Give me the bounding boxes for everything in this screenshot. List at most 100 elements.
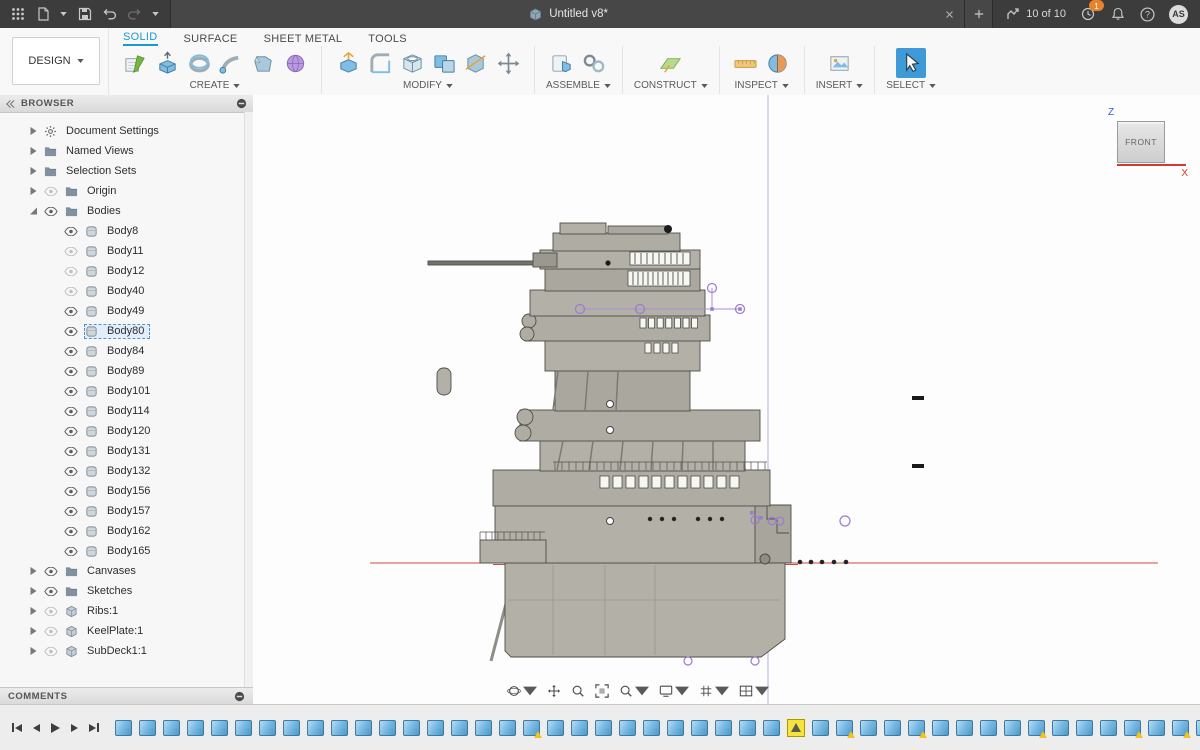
timeline-feature-24[interactable]	[667, 720, 684, 736]
new-component-button[interactable]	[547, 48, 577, 78]
timeline-feature-27[interactable]	[739, 720, 756, 736]
close-tab-icon[interactable]	[942, 7, 956, 21]
new-tab-button[interactable]	[965, 0, 993, 28]
browser-item-body157[interactable]: Body157	[0, 501, 245, 521]
visibility-eye-icon[interactable]	[64, 307, 81, 316]
timeline-feature-40[interactable]	[1052, 720, 1069, 736]
browser-scrollbar[interactable]	[244, 112, 253, 688]
pan-button[interactable]	[543, 682, 565, 700]
viewcube[interactable]: Z FRONT X	[1108, 107, 1186, 179]
visibility-eye-icon[interactable]	[64, 467, 81, 476]
timeline-feature-25[interactable]	[691, 720, 708, 736]
browser-item-document-settings[interactable]: Document Settings	[0, 121, 245, 141]
file-new-icon[interactable]	[35, 6, 51, 22]
timeline-feature-5[interactable]	[211, 720, 228, 736]
group-label-assemble[interactable]: ASSEMBLE	[546, 80, 611, 91]
browser-item-body131[interactable]: Body131	[0, 441, 245, 461]
visibility-eye-icon[interactable]	[44, 607, 61, 616]
ribbon-tab-solid[interactable]: SOLID	[123, 31, 158, 46]
visibility-eye-icon[interactable]	[44, 587, 61, 596]
move-copy-button[interactable]	[493, 48, 523, 78]
timeline-feature-15[interactable]	[451, 720, 468, 736]
timeline-feature-7[interactable]	[259, 720, 276, 736]
browser-item-origin[interactable]: Origin	[0, 181, 245, 201]
skip-to-start-button[interactable]	[10, 721, 24, 734]
expand-arrow-icon[interactable]	[30, 627, 40, 635]
notifications-status[interactable]: 1	[1080, 6, 1096, 22]
browser-item-body132[interactable]: Body132	[0, 461, 245, 481]
group-label-create[interactable]: CREATE	[190, 80, 241, 91]
skip-to-end-button[interactable]	[87, 721, 101, 734]
expand-arrow-icon[interactable]	[30, 127, 40, 135]
browser-item-bodies[interactable]: Bodies	[0, 201, 245, 221]
visibility-eye-icon[interactable]	[44, 567, 61, 576]
browser-item-body89[interactable]: Body89	[0, 361, 245, 381]
expand-arrow-icon[interactable]	[30, 567, 40, 575]
visibility-eye-icon[interactable]	[64, 447, 81, 456]
panel-options-icon[interactable]	[236, 98, 247, 109]
expand-arrow-icon[interactable]	[30, 147, 40, 155]
timeline-feature-30[interactable]	[812, 720, 829, 736]
joint-button[interactable]	[579, 48, 609, 78]
timeline-feature-22[interactable]	[619, 720, 636, 736]
section-analysis-button[interactable]	[763, 48, 793, 78]
browser-item-ribs-1[interactable]: Ribs:1	[0, 601, 245, 621]
save-icon[interactable]	[77, 6, 93, 22]
press-pull-button[interactable]	[333, 48, 363, 78]
timeline-feature-13[interactable]	[403, 720, 420, 736]
timeline-feature-4[interactable]	[187, 720, 204, 736]
timeline-feature-20[interactable]	[571, 720, 588, 736]
sweep-button[interactable]	[216, 48, 246, 78]
timeline-feature-28[interactable]	[763, 720, 780, 736]
timeline-feature-36[interactable]	[956, 720, 973, 736]
viewcube-front-face[interactable]: FRONT	[1117, 121, 1165, 163]
timeline-feature-32[interactable]	[860, 720, 877, 736]
collapse-arrow-icon[interactable]	[30, 207, 40, 215]
browser-item-selection-sets[interactable]: Selection Sets	[0, 161, 245, 181]
undo-icon[interactable]	[102, 6, 118, 22]
timeline-feature-9[interactable]	[307, 720, 324, 736]
timeline-feature-42[interactable]	[1100, 720, 1117, 736]
select-cursor-button[interactable]	[896, 48, 926, 78]
timeline-feature-11[interactable]	[355, 720, 372, 736]
browser-item-body84[interactable]: Body84	[0, 341, 245, 361]
app-launcher-grid-icon[interactable]	[10, 6, 26, 22]
extrude-button[interactable]	[152, 48, 182, 78]
visibility-eye-icon[interactable]	[64, 367, 81, 376]
collapse-panel-icon[interactable]	[6, 100, 15, 108]
visibility-eye-icon[interactable]	[64, 287, 81, 296]
timeline-feature-8[interactable]	[283, 720, 300, 736]
browser-item-body165[interactable]: Body165	[0, 541, 245, 561]
workspace-switcher-button[interactable]: DESIGN	[12, 37, 100, 85]
expand-arrow-icon[interactable]	[30, 187, 40, 195]
shell-button[interactable]	[397, 48, 427, 78]
browser-item-canvases[interactable]: Canvases	[0, 561, 245, 581]
revolve-button[interactable]	[184, 48, 214, 78]
visibility-eye-icon[interactable]	[64, 247, 81, 256]
browser-item-body114[interactable]: Body114	[0, 401, 245, 421]
browser-item-body162[interactable]: Body162	[0, 521, 245, 541]
notifications-bell-icon[interactable]	[1110, 6, 1126, 22]
browser-item-body101[interactable]: Body101	[0, 381, 245, 401]
timeline-feature-23[interactable]	[643, 720, 660, 736]
insert-canvas-button[interactable]	[824, 48, 854, 78]
browser-item-subdeck1-1[interactable]: SubDeck1:1	[0, 641, 245, 661]
visibility-eye-icon[interactable]	[44, 207, 61, 216]
zoom-button[interactable]	[567, 682, 589, 700]
browser-item-body156[interactable]: Body156	[0, 481, 245, 501]
split-body-button[interactable]	[461, 48, 491, 78]
expand-arrow-icon[interactable]	[30, 587, 40, 595]
timeline-feature-19[interactable]	[547, 720, 564, 736]
timeline-feature-21[interactable]	[595, 720, 612, 736]
timeline-feature-38[interactable]	[1004, 720, 1021, 736]
timeline-feature-35[interactable]	[932, 720, 949, 736]
timeline-feature-45-warn[interactable]	[1172, 720, 1189, 736]
step-back-button[interactable]	[31, 722, 42, 734]
comments-options-icon[interactable]	[234, 691, 245, 702]
grid-and-snaps-button[interactable]	[695, 682, 733, 700]
expand-arrow-icon[interactable]	[30, 647, 40, 655]
combine-button[interactable]	[429, 48, 459, 78]
visibility-eye-icon[interactable]	[64, 387, 81, 396]
viewport[interactable]: Z FRONT X	[253, 95, 1200, 705]
visibility-eye-icon[interactable]	[44, 627, 61, 636]
